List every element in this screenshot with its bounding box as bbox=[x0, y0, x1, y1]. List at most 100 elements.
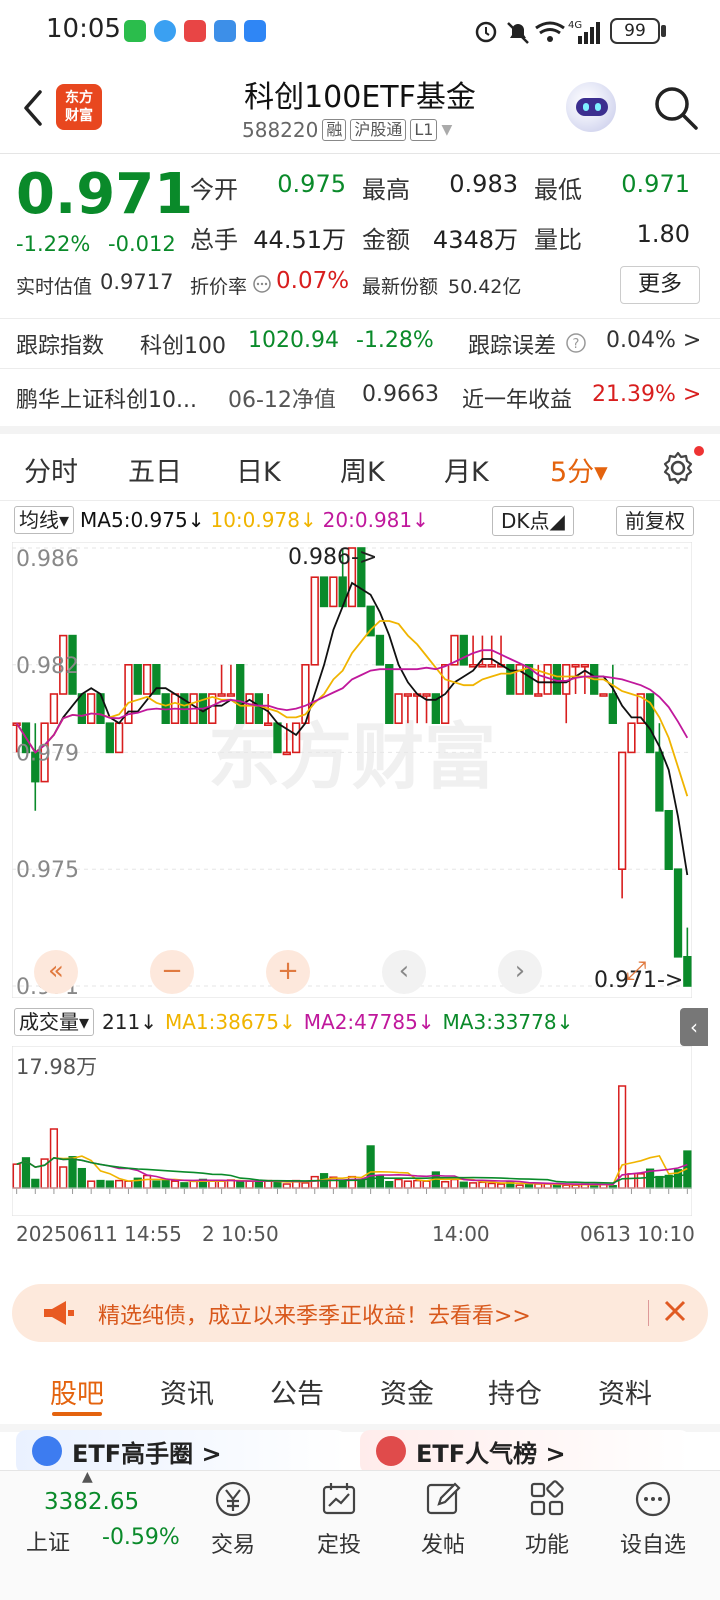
volume-bar bbox=[310, 1175, 319, 1189]
dk-point-button[interactable]: DK点◢ bbox=[492, 506, 574, 536]
tab-daily-k[interactable]: 日K bbox=[236, 450, 281, 489]
help-icon[interactable]: ? bbox=[565, 332, 587, 354]
volume-bar bbox=[413, 1179, 422, 1189]
volume-label: 总手 bbox=[190, 226, 238, 254]
stock-code-row: 588220 融 沪股通 L1 ▼ bbox=[242, 118, 452, 142]
y-tick-label: 0.975 bbox=[16, 858, 79, 883]
sh-index-change: -0.59% bbox=[102, 1525, 180, 1550]
tab-5min[interactable]: 5分▾ bbox=[550, 450, 608, 489]
etf-popular-card[interactable]: ETF人气榜 > bbox=[360, 1430, 690, 1474]
low-value: 0.971 bbox=[621, 170, 690, 198]
tab-guba[interactable]: 股吧 bbox=[50, 1372, 104, 1411]
gear-icon[interactable] bbox=[660, 450, 696, 486]
more-circle-icon bbox=[635, 1481, 671, 1517]
volume-bar bbox=[282, 1183, 291, 1189]
volume-ratio-value: 1.80 bbox=[636, 220, 690, 248]
level-tag: L1 bbox=[410, 119, 438, 141]
candle bbox=[329, 576, 338, 608]
candle bbox=[487, 664, 496, 668]
sh-index-value[interactable]: 3382.65 bbox=[44, 1489, 139, 1515]
tracking-index-name[interactable]: 科创100 bbox=[140, 328, 226, 360]
volume-bar bbox=[385, 1181, 394, 1189]
more-dots-icon bbox=[253, 275, 271, 293]
candle bbox=[291, 722, 301, 754]
low-label: 最低 bbox=[534, 176, 582, 204]
candle bbox=[571, 664, 580, 668]
tab-news[interactable]: 资讯 bbox=[160, 1372, 214, 1411]
volume-bar bbox=[627, 1173, 636, 1189]
tab-profile[interactable]: 资料 bbox=[598, 1372, 652, 1411]
candle bbox=[217, 693, 226, 697]
card-row: ETF高手圈 > ETF人气榜 > bbox=[0, 1430, 720, 1474]
candle bbox=[245, 693, 254, 725]
banner-text[interactable]: 精选纯债，成立以来季季正收益！去看看>> bbox=[98, 1298, 531, 1330]
volume-bar bbox=[124, 1180, 133, 1189]
edit-icon bbox=[426, 1482, 461, 1515]
candle bbox=[403, 693, 413, 697]
x-axis-left: 20250611 14:55 bbox=[16, 1222, 182, 1246]
volume-bar bbox=[347, 1175, 357, 1189]
change-amount: -0.012 bbox=[108, 232, 176, 256]
search-icon[interactable] bbox=[652, 84, 700, 132]
tab-intraday[interactable]: 分时 bbox=[24, 450, 78, 489]
weather-icon bbox=[214, 20, 236, 42]
notification-icons bbox=[124, 20, 266, 42]
bottom-nav: ▲ 3382.65 上证 -0.59% 交易 定投 发帖 功能 设自选 bbox=[0, 1469, 720, 1600]
tab-five-day[interactable]: 五日 bbox=[128, 450, 182, 489]
volume-bar bbox=[236, 1180, 245, 1189]
assistant-robot-icon[interactable] bbox=[566, 82, 616, 132]
x-axis-right: 0613 10:10 bbox=[580, 1222, 695, 1246]
x-axis-mid2: 14:00 bbox=[432, 1222, 490, 1246]
tab-announcements[interactable]: 公告 bbox=[270, 1372, 324, 1411]
volume-bar bbox=[655, 1175, 664, 1189]
tracking-index-label: 跟踪指数 bbox=[16, 334, 105, 359]
amount-value: 4348万 bbox=[432, 226, 518, 254]
tracking-error-value[interactable]: 0.04% > bbox=[606, 328, 701, 353]
volume-bar bbox=[636, 1173, 645, 1189]
candle bbox=[142, 664, 152, 695]
app-icon bbox=[154, 20, 176, 42]
zoom-out-button[interactable]: − bbox=[150, 950, 194, 994]
more-button[interactable]: 更多 bbox=[620, 266, 700, 304]
ma5-value: MA5:0.975↓ bbox=[80, 508, 205, 532]
volume-bar bbox=[96, 1179, 105, 1189]
content-tabs: 股吧 资讯 公告 资金 持仓 资料 bbox=[0, 1372, 720, 1424]
active-tab-indicator bbox=[52, 1412, 102, 1416]
candle bbox=[422, 693, 431, 697]
tab-monthly-k[interactable]: 月K bbox=[444, 450, 489, 489]
nav-value: 0.9663 bbox=[362, 382, 439, 407]
candle bbox=[226, 693, 236, 697]
vol-ma1: MA1:38675↓ bbox=[164, 1010, 296, 1034]
fund-name[interactable]: 鹏华上证科创10... bbox=[16, 382, 197, 414]
tab-weekly-k[interactable]: 周K bbox=[340, 450, 385, 489]
scroll-left-button[interactable]: « bbox=[34, 950, 78, 994]
iopv-value: 0.9717 bbox=[100, 270, 174, 294]
adjust-button[interactable]: 前复权 bbox=[616, 506, 694, 536]
annual-return-value[interactable]: 21.39% > bbox=[592, 382, 701, 407]
prev-button[interactable]: ‹ bbox=[382, 950, 426, 994]
volume-value: 44.51万 bbox=[253, 226, 346, 254]
candle bbox=[608, 693, 617, 725]
indicator-dropdown[interactable]: 均线▾ bbox=[14, 506, 75, 534]
zoom-in-button[interactable]: + bbox=[266, 950, 310, 994]
tab-funds[interactable]: 资金 bbox=[380, 1372, 434, 1411]
next-button[interactable]: › bbox=[498, 950, 542, 994]
candlestick-chart[interactable]: 东方财富 0.9860.9820.9790.9750.971 0.986-> 0… bbox=[12, 542, 692, 998]
volume-dropdown[interactable]: 成交量▾ bbox=[14, 1008, 95, 1036]
close-icon[interactable] bbox=[660, 1296, 690, 1326]
notification-dot bbox=[694, 446, 704, 456]
chevron-down-icon[interactable]: ▼ bbox=[441, 122, 452, 138]
candle bbox=[627, 722, 636, 754]
fullscreen-button[interactable]: ⤢ bbox=[614, 950, 658, 994]
volume-chart[interactable]: 17.98万 bbox=[12, 1046, 692, 1216]
promo-banner[interactable]: 精选纯债，成立以来季季正收益！去看看>> bbox=[12, 1284, 708, 1342]
candle bbox=[664, 809, 673, 870]
volume-max-label: 17.98万 bbox=[16, 1055, 97, 1079]
volume-bar bbox=[496, 1183, 506, 1189]
volume-bar bbox=[366, 1145, 375, 1189]
collapse-panel-button[interactable]: ‹ bbox=[680, 1008, 708, 1046]
volume-legend: 成交量▾ 211↓ MA1:38675↓ MA2:47785↓ MA3:3377… bbox=[14, 1008, 573, 1036]
x-axis-mid1: 2 10:50 bbox=[202, 1222, 279, 1246]
etf-expert-card[interactable]: ETF高手圈 > bbox=[16, 1430, 346, 1474]
tab-holdings[interactable]: 持仓 bbox=[488, 1372, 542, 1411]
